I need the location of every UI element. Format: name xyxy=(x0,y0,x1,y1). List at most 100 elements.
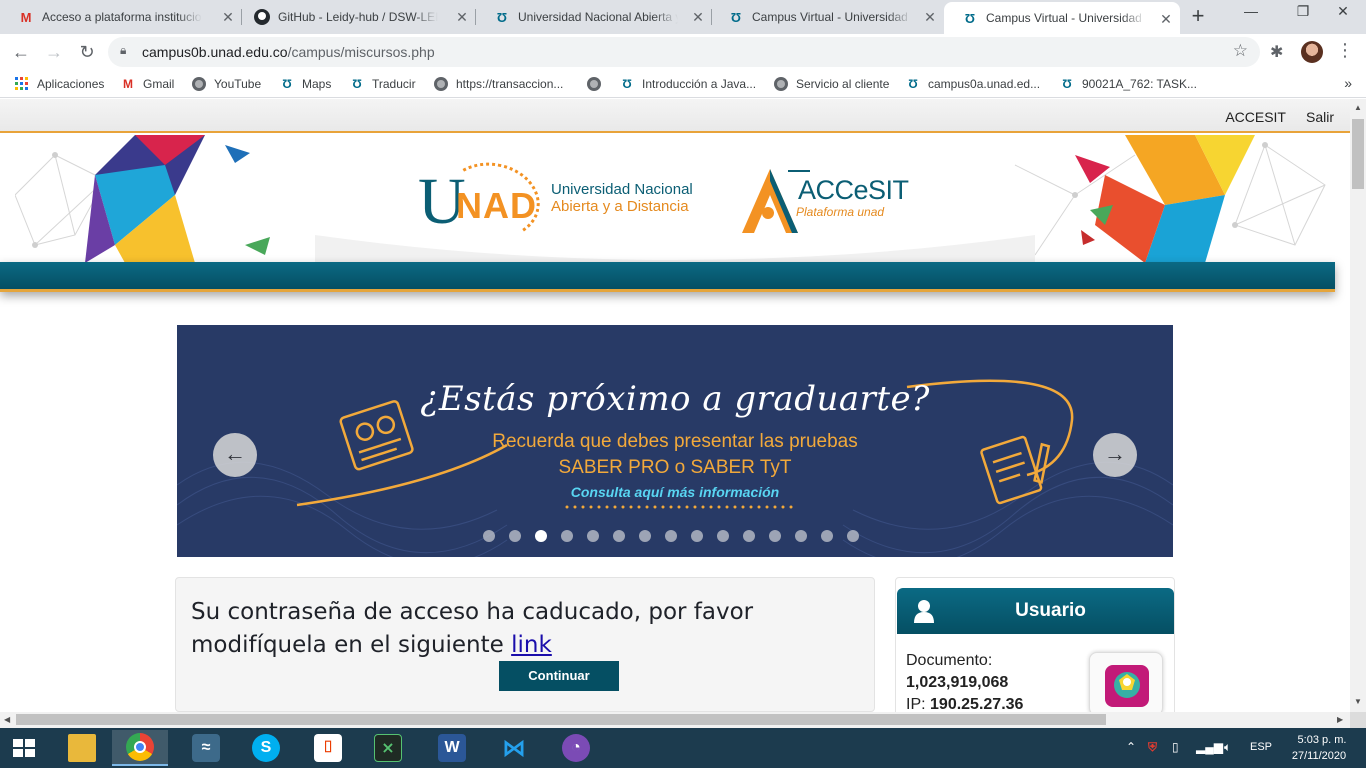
page-viewport: ACCESIT Salir U NAD Universidad Nacional… xyxy=(0,99,1350,712)
user-avatar xyxy=(1089,652,1163,712)
tray-overflow-icon[interactable]: ⌃ xyxy=(1126,740,1136,754)
github-desktop-icon: ◔ xyxy=(562,734,590,762)
carousel-dot[interactable] xyxy=(483,530,495,542)
banner-carousel[interactable]: ¿Estás próximo a graduarte? Recuerda que… xyxy=(177,325,1173,557)
network-icon[interactable]: ▂▄▆ xyxy=(1196,740,1223,754)
tab-2[interactable]: GitHub - Leidy-hub / DSW-LEIDY ✕ xyxy=(236,0,476,34)
bookmark-servicio[interactable]: Servicio al cliente xyxy=(773,76,889,92)
lock-icon[interactable]: 🔒︎ xyxy=(120,43,126,58)
carousel-dot[interactable] xyxy=(769,530,781,542)
horizontal-scroll-thumb[interactable] xyxy=(16,714,1106,725)
scroll-right-icon[interactable]: ▶ xyxy=(1337,715,1343,724)
vertical-scroll-thumb[interactable] xyxy=(1352,119,1364,189)
carousel-dot[interactable] xyxy=(795,530,807,542)
reload-button[interactable]: ↻ xyxy=(75,40,99,64)
carousel-dot[interactable] xyxy=(613,530,625,542)
clock-time[interactable]: 5:03 p. m. xyxy=(1292,734,1352,746)
bookmark-task[interactable]: Ʊ 90021A_762: TASK... xyxy=(1059,76,1197,92)
bookmark-transaccion[interactable]: https://transaccion... xyxy=(433,76,563,92)
carousel-dot[interactable] xyxy=(639,530,651,542)
language-indicator[interactable]: ESP xyxy=(1250,741,1272,753)
vertical-scrollbar[interactable]: ▲ ▼ xyxy=(1350,99,1366,712)
bookmark-java[interactable]: Ʊ Introducción a Java... xyxy=(619,76,756,92)
scroll-up-icon[interactable]: ▲ xyxy=(1354,103,1362,112)
taskbar-skype[interactable]: S xyxy=(238,730,294,766)
bookmark-label: Aplicaciones xyxy=(37,77,105,91)
chrome-icon xyxy=(126,733,154,761)
bookmark-traducir[interactable]: Ʊ Traducir xyxy=(349,76,415,92)
start-button[interactable] xyxy=(0,728,48,768)
taskbar-github-desktop[interactable]: ◔ xyxy=(548,730,604,766)
carousel-dot[interactable] xyxy=(691,530,703,542)
tab-5-active[interactable]: Ʊ Campus Virtual - Universidad Nacional … xyxy=(944,2,1180,34)
bookmarks-bar: Aplicaciones M Gmail YouTube Ʊ Maps Ʊ Tr… xyxy=(0,71,1366,98)
carousel-dot[interactable] xyxy=(743,530,755,542)
carousel-next-button[interactable]: → xyxy=(1093,433,1137,477)
github-icon xyxy=(254,9,270,25)
taskbar-vscode[interactable]: ⋈ xyxy=(486,730,542,766)
change-password-link[interactable]: link xyxy=(511,632,552,658)
bookmark-maps[interactable]: Ʊ Maps xyxy=(279,76,331,92)
menu-icon[interactable]: ⋮ xyxy=(1335,40,1355,61)
tab-strip: M Acceso a plataforma institucional ✕ Gi… xyxy=(0,0,1366,34)
unad-icon: Ʊ xyxy=(730,9,742,25)
logout-link[interactable]: Salir xyxy=(1306,109,1334,125)
carousel-dot[interactable] xyxy=(587,530,599,542)
carousel-dot[interactable] xyxy=(665,530,677,542)
taskbar-mysql[interactable]: ≈ xyxy=(178,730,234,766)
chevron-more-icon[interactable]: » xyxy=(1344,75,1352,91)
bookmark-apps[interactable]: Aplicaciones xyxy=(14,76,104,92)
minimize-button[interactable]: — xyxy=(1228,0,1274,30)
tab-1[interactable]: M Acceso a plataforma institucional ✕ xyxy=(0,0,242,34)
profile-avatar[interactable] xyxy=(1301,41,1323,63)
new-tab-button[interactable]: + xyxy=(1186,5,1210,29)
clock-date[interactable]: 27/11/2020 xyxy=(1286,750,1352,762)
close-icon[interactable]: ✕ xyxy=(454,9,470,25)
taskbar-netbeans[interactable]: ⨯ xyxy=(360,730,416,766)
carousel-prev-button[interactable]: ← xyxy=(213,433,257,477)
bookmark-label: YouTube xyxy=(214,77,262,91)
address-bar[interactable]: 🔒︎ campus0b.unad.edu.co/campus/miscursos… xyxy=(108,37,1260,67)
bookmark-untitled[interactable] xyxy=(586,76,609,92)
taskbar-office[interactable]: ⌷ xyxy=(300,730,356,766)
carousel-dot[interactable] xyxy=(561,530,573,542)
bookmark-campus0a[interactable]: Ʊ campus0a.unad.ed... xyxy=(905,76,1040,92)
bookmark-gmail[interactable]: M Gmail xyxy=(120,76,174,92)
carousel-dot[interactable] xyxy=(717,530,729,542)
mcafee-icon[interactable]: ⛨ xyxy=(1148,740,1157,755)
close-icon[interactable]: ✕ xyxy=(1158,11,1174,27)
carousel-dot[interactable] xyxy=(535,530,547,542)
bookmark-youtube[interactable]: YouTube xyxy=(191,76,261,92)
globe-icon xyxy=(773,76,789,92)
tab-title: Campus Virtual - Universidad Nacional xyxy=(752,10,912,24)
carousel-dot[interactable] xyxy=(821,530,833,542)
tab-title: Universidad Nacional Abierta y a Distanc… xyxy=(518,10,678,24)
battery-icon[interactable]: ▯ xyxy=(1172,740,1179,754)
office-icon: ⌷ xyxy=(314,734,342,762)
notice-message: Su contraseña de acceso ha caducado, por… xyxy=(191,599,754,658)
back-button[interactable]: ← xyxy=(9,40,33,64)
tab-3[interactable]: Ʊ Universidad Nacional Abierta y a Dista… xyxy=(476,0,712,34)
accesit-link[interactable]: ACCESIT xyxy=(1225,109,1286,125)
taskbar-file-explorer[interactable] xyxy=(54,730,110,766)
bookmark-star-icon[interactable]: ☆ xyxy=(1233,41,1248,61)
globe-icon xyxy=(586,76,602,92)
carousel-dot[interactable] xyxy=(847,530,859,542)
extensions-icon[interactable]: ✱ xyxy=(1270,42,1283,62)
carousel-dot[interactable] xyxy=(509,530,521,542)
banner-info-link[interactable]: Consulta aquí más información xyxy=(177,484,1173,500)
tab-4[interactable]: Ʊ Campus Virtual - Universidad Nacional … xyxy=(710,0,944,34)
taskbar-word[interactable]: W xyxy=(424,730,480,766)
taskbar-chrome[interactable] xyxy=(112,730,168,766)
forward-button[interactable]: → xyxy=(42,40,66,64)
close-window-button[interactable]: ✕ xyxy=(1320,0,1366,30)
close-icon[interactable]: ✕ xyxy=(220,9,236,25)
close-icon[interactable]: ✕ xyxy=(922,9,938,25)
horizontal-scrollbar[interactable]: ◀ ▶ xyxy=(0,712,1350,728)
scroll-down-icon[interactable]: ▼ xyxy=(1354,697,1362,706)
scroll-left-icon[interactable]: ◀ xyxy=(4,715,10,724)
browser-toolbar: ← → ↻ 🔒︎ campus0b.unad.edu.co/campus/mis… xyxy=(0,34,1366,71)
close-icon[interactable]: ✕ xyxy=(690,9,706,25)
continue-button[interactable]: Continuar xyxy=(499,661,619,691)
volume-icon[interactable]: 🔈︎ xyxy=(1224,740,1231,755)
